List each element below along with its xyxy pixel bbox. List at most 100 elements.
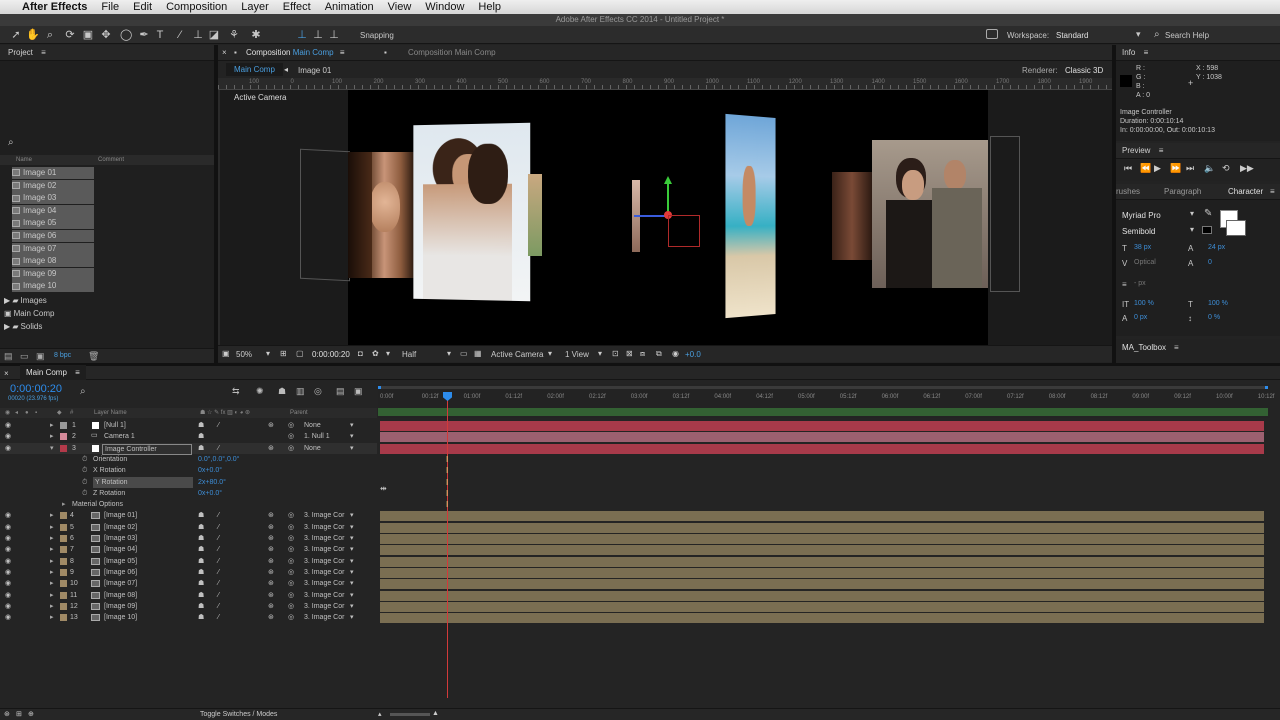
col-number[interactable]: # — [70, 408, 73, 418]
prev-frame-icon[interactable]: ⏪ — [1140, 163, 1151, 174]
clone-stamp-tool-icon[interactable]: ⊥ — [192, 29, 204, 41]
layer-name[interactable]: Camera 1 — [104, 431, 135, 442]
tab-character[interactable]: Character — [1228, 184, 1263, 200]
interpret-footage-icon[interactable]: ▤ — [4, 351, 13, 362]
layer-row[interactable]: ◉ ▸ 10 [Image 07] ☗ ⁄ ⊛ ◎ 3. Image Cor ▾ — [0, 578, 377, 589]
chevron-right-icon[interactable]: ▸ — [50, 601, 54, 612]
layer-name[interactable]: [Image 06] — [104, 567, 137, 578]
chevron-down-icon[interactable]: ▾ — [1190, 225, 1194, 234]
zoom-out-icon[interactable]: ▴ — [378, 710, 382, 718]
last-frame-icon[interactable]: ⏭ — [1186, 163, 1194, 174]
camera-snapshot-icon[interactable]: ◘ — [358, 349, 363, 358]
chevron-right-icon[interactable]: ▸ — [50, 510, 54, 521]
chevron-down-icon[interactable]: ▾ — [350, 590, 354, 601]
zoom-tool-icon[interactable]: ⌕ — [44, 29, 56, 41]
transparency-grid-icon[interactable]: ▦ — [474, 349, 482, 358]
font-family-select[interactable]: Myriad Pro — [1122, 211, 1161, 220]
label-color[interactable] — [60, 602, 67, 610]
motion-blur-icon[interactable]: ◎ — [314, 386, 322, 397]
eye-icon[interactable]: ◉ — [5, 544, 11, 555]
lock-icon[interactable]: ▪ — [35, 408, 37, 418]
chevron-down-icon[interactable]: ▾ — [1190, 209, 1194, 218]
chevron-down-icon[interactable]: ▾ — [350, 522, 354, 533]
font-style-select[interactable]: Semibold — [1122, 227, 1155, 236]
quality-switch-icon[interactable]: ⁄ — [218, 556, 219, 567]
time-ruler[interactable]: 0:00f 00:12f 01:00f 01:12f 02:00f 02:12f 03:00… — [378, 384, 1274, 418]
3d-layer-switch-icon[interactable]: ⊛ — [268, 601, 274, 612]
property-value[interactable]: 0.0°,0.0°,0.0° — [198, 454, 239, 465]
breadcrumb-main-comp[interactable]: Main Comp — [226, 63, 283, 76]
new-folder-icon[interactable]: ▭ — [20, 351, 29, 362]
3d-layer-switch-icon[interactable]: ⊛ — [268, 578, 274, 589]
parent-select[interactable]: 3. Image Cor — [304, 567, 350, 578]
chevron-right-icon[interactable]: ▸ — [50, 431, 54, 442]
loop-icon[interactable]: ⟲ — [1222, 163, 1230, 174]
layer-duration-bar[interactable] — [380, 567, 1264, 578]
quality-switch-icon[interactable]: ⁄ — [218, 601, 219, 612]
menu-effect[interactable]: Effect — [283, 1, 311, 13]
photo-beach[interactable] — [725, 113, 776, 319]
switches-icon[interactable]: ☗ ☆ ✎ fx ▥ ◐ ◕ ⊛ — [200, 408, 250, 418]
property-row[interactable]: ▸ Material Options — [0, 499, 377, 510]
quality-switch-icon[interactable]: ⁄ — [218, 612, 219, 623]
timeline-icon[interactable]: ⧈ — [640, 349, 645, 359]
chevron-down-icon[interactable]: ▾ — [350, 544, 354, 555]
chevron-right-icon[interactable]: ▸ — [50, 544, 54, 555]
layer-row[interactable]: ◉ ▸ 7 [Image 04] ☗ ⁄ ⊛ ◎ 3. Image Cor ▾ — [0, 544, 377, 555]
always-preview-icon[interactable]: ▣ — [222, 349, 230, 358]
toggle-pixel-aspect-icon[interactable]: ⊡ — [612, 349, 619, 358]
view-axis-icon[interactable]: ⊥ — [328, 29, 340, 41]
eye-icon[interactable]: ◉ — [5, 601, 11, 612]
property-row[interactable]: ⏱ Y Rotation 2x+80.0° — [0, 476, 377, 488]
first-frame-icon[interactable]: ⏮ — [1124, 163, 1132, 174]
layer-row[interactable]: ◉ ▸ 5 [Image 02] ☗ ⁄ ⊛ ◎ 3. Image Cor ▾ — [0, 522, 377, 533]
in-out-icon[interactable]: ⊕ — [28, 710, 34, 718]
layer-duration-bar[interactable] — [380, 534, 1264, 544]
label-color[interactable] — [60, 444, 67, 452]
toggle-switches-modes[interactable]: Toggle Switches / Modes — [200, 711, 277, 718]
work-area-bar[interactable] — [378, 386, 1268, 389]
ellipse-tool-icon[interactable]: ◯ — [120, 29, 132, 41]
project-item[interactable]: Image 10 — [12, 280, 94, 293]
shy-switch-icon[interactable]: ☗ — [198, 522, 204, 533]
shy-switch-icon[interactable]: ☗ — [198, 567, 204, 578]
layer-row[interactable]: ◉ ▸ 6 [Image 03] ☗ ⁄ ⊛ ◎ 3. Image Cor ▾ — [0, 533, 377, 544]
breadcrumb-image-01[interactable]: Image 01 — [298, 66, 331, 75]
layer-duration-bar[interactable] — [380, 443, 1264, 454]
pickwhip-icon[interactable]: ◎ — [288, 420, 294, 431]
stroke-color-swatch[interactable] — [1226, 220, 1246, 236]
layer-row[interactable]: ◉ ▸ 9 [Image 06] ☗ ⁄ ⊛ ◎ 3. Image Cor ▾ — [0, 567, 377, 578]
shy-switch-icon[interactable]: ☗ — [198, 510, 204, 521]
parent-select[interactable]: 3. Image Cor — [304, 544, 350, 555]
property-row[interactable]: ⏱ Orientation 0.0°,0.0°,0.0° — [0, 454, 377, 465]
world-axis-icon[interactable]: ⊥ — [312, 29, 324, 41]
project-item[interactable]: Image 04 — [12, 204, 94, 217]
shy-switch-icon[interactable]: ☗ — [198, 612, 204, 623]
chevron-down-icon[interactable]: ▾ — [350, 431, 354, 442]
transfer-controls-icon[interactable]: ⊞ — [16, 710, 22, 718]
eye-icon[interactable]: ◉ — [5, 431, 11, 442]
3d-layer-switch-icon[interactable]: ⊛ — [268, 612, 274, 623]
project-item[interactable]: Image 05 — [12, 217, 94, 230]
eye-icon[interactable]: ◉ — [5, 578, 11, 589]
stopwatch-icon[interactable]: ⏱ — [82, 488, 87, 499]
chevron-down-icon[interactable]: ▾ — [350, 420, 354, 431]
shy-switch-icon[interactable]: ☗ — [198, 443, 204, 454]
3d-view-select[interactable]: Active Camera — [491, 350, 543, 359]
pickwhip-icon[interactable]: ◎ — [288, 533, 294, 544]
layer-name[interactable]: [Image 08] — [104, 590, 137, 601]
parent-select[interactable]: None — [304, 443, 321, 454]
photo-partial[interactable] — [528, 174, 542, 256]
search-icon[interactable]: ⌕ — [80, 386, 86, 397]
layer-name[interactable]: [Image 02] — [104, 522, 137, 533]
rotate-tool-icon[interactable]: ⟳ — [64, 29, 76, 41]
eraser-tool-icon[interactable]: ◪ — [208, 29, 220, 41]
col-comment[interactable]: Comment — [98, 155, 124, 165]
draft-3d-icon[interactable]: ✺ — [256, 386, 264, 397]
chevron-down-icon[interactable]: ▾ — [350, 533, 354, 544]
parent-select[interactable]: 3. Image Cor — [304, 578, 350, 589]
label-color[interactable] — [60, 535, 67, 542]
layer-name[interactable]: [Image 09] — [104, 601, 137, 612]
3d-layer-switch-icon[interactable]: ⊛ — [268, 420, 274, 431]
col-parent[interactable]: Parent — [290, 408, 308, 418]
